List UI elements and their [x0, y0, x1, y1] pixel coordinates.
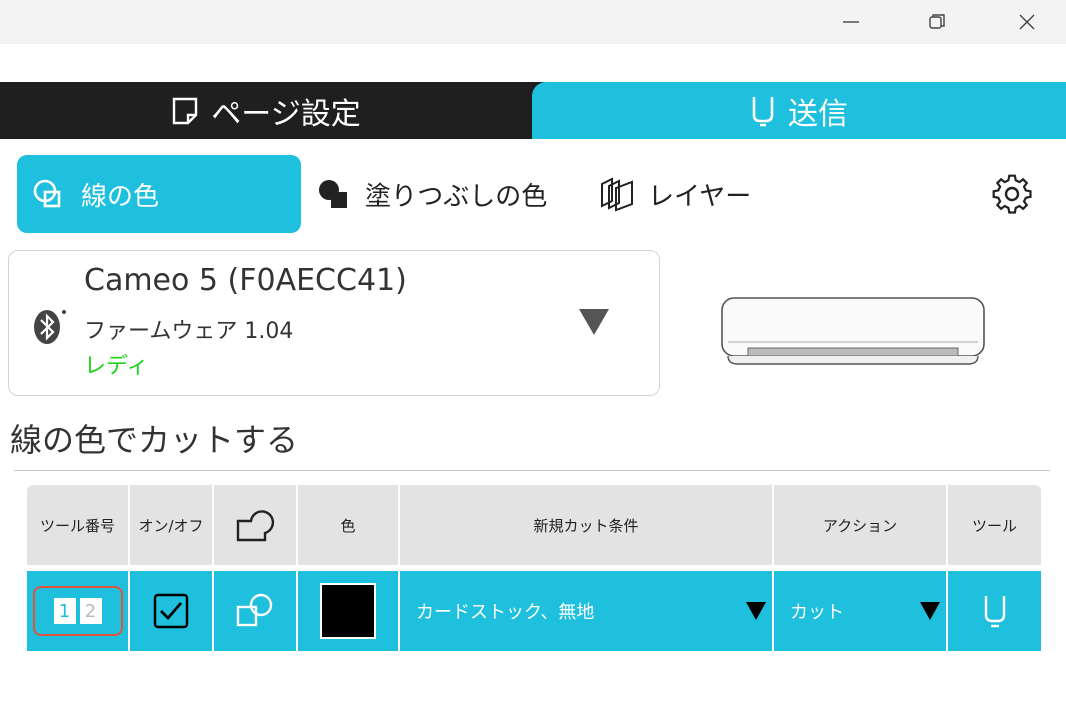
tab-fill-color-label: 塗りつぶしの色 — [365, 181, 548, 212]
cut-settings-arrow-icon — [746, 602, 766, 620]
tab-layer-label: レイヤー — [648, 181, 752, 212]
device-selector[interactable]: Cameo 5 (F0AECC41) ファームウェア 1.04 レディ — [8, 250, 660, 396]
page-icon — [173, 97, 198, 124]
bluetooth-icon — [34, 310, 66, 344]
device-name: Cameo 5 (F0AECC41) — [84, 263, 407, 298]
top-tab-bar: ページ設定 送信 — [0, 82, 1066, 139]
header-shape — [214, 485, 296, 565]
fill-color-icon — [319, 180, 347, 208]
dropdown-arrow-icon[interactable] — [577, 307, 611, 337]
minimize-button[interactable] — [828, 0, 874, 44]
tool-1-badge[interactable]: 1 — [53, 598, 76, 624]
tab-send[interactable]: 送信 — [532, 82, 1066, 139]
section-title: 線の色でカットする — [10, 421, 299, 459]
header-cut-settings: 新規カット条件 — [400, 485, 772, 565]
action-dropdown[interactable]: カット — [774, 571, 946, 651]
gear-icon[interactable] — [990, 172, 1034, 216]
tab-page-setup[interactable]: ページ設定 — [0, 82, 532, 139]
enable-checkbox[interactable] — [153, 593, 189, 629]
tab-send-label: 送信 — [788, 96, 848, 132]
close-button[interactable] — [1004, 0, 1050, 44]
tab-layer[interactable]: レイヤー — [598, 155, 798, 233]
header-tool-number: ツール番号 — [27, 485, 128, 565]
header-action: アクション — [774, 485, 946, 565]
layers-icon — [601, 177, 633, 212]
restore-button[interactable] — [914, 0, 960, 44]
action-arrow-icon — [920, 602, 940, 620]
close-icon — [1019, 14, 1035, 30]
action-value: カット — [790, 602, 844, 623]
blade-tool-icon[interactable] — [981, 593, 1009, 629]
header-color: 色 — [298, 485, 398, 565]
device-firmware: ファームウェア 1.04 — [84, 319, 294, 344]
tool-number-selector[interactable]: 1 2 — [32, 586, 123, 636]
color-cell — [298, 571, 398, 651]
line-shape-icon — [236, 593, 273, 627]
on-off-cell — [130, 571, 212, 651]
line-color-icon — [33, 179, 61, 208]
shape-cell — [214, 571, 296, 651]
tab-line-color-label: 線の色 — [81, 181, 160, 212]
tool-2-badge[interactable]: 2 — [79, 598, 102, 624]
device-status: レディ — [84, 354, 149, 379]
blade-icon — [752, 96, 774, 126]
tab-line-color[interactable]: 線の色 — [17, 155, 301, 233]
minimize-icon — [843, 21, 859, 23]
restore-icon — [929, 14, 945, 29]
cutting-machine-image — [721, 297, 985, 365]
title-bar — [0, 0, 1066, 44]
divider — [14, 470, 1050, 471]
color-swatch[interactable] — [320, 583, 376, 639]
tool-cell — [948, 571, 1041, 651]
header-tool: ツール — [948, 485, 1041, 565]
header-on-off: オン/オフ — [130, 485, 212, 565]
tool-number-cell: 1 2 — [27, 571, 128, 651]
cut-settings-dropdown[interactable]: カードストック、無地 — [400, 571, 772, 651]
outline-shape-icon — [236, 510, 275, 542]
tab-page-setup-label: ページ設定 — [211, 96, 361, 132]
cut-settings-value: カードストック、無地 — [416, 602, 595, 623]
tab-fill-color[interactable]: 塗りつぶしの色 — [315, 155, 575, 233]
